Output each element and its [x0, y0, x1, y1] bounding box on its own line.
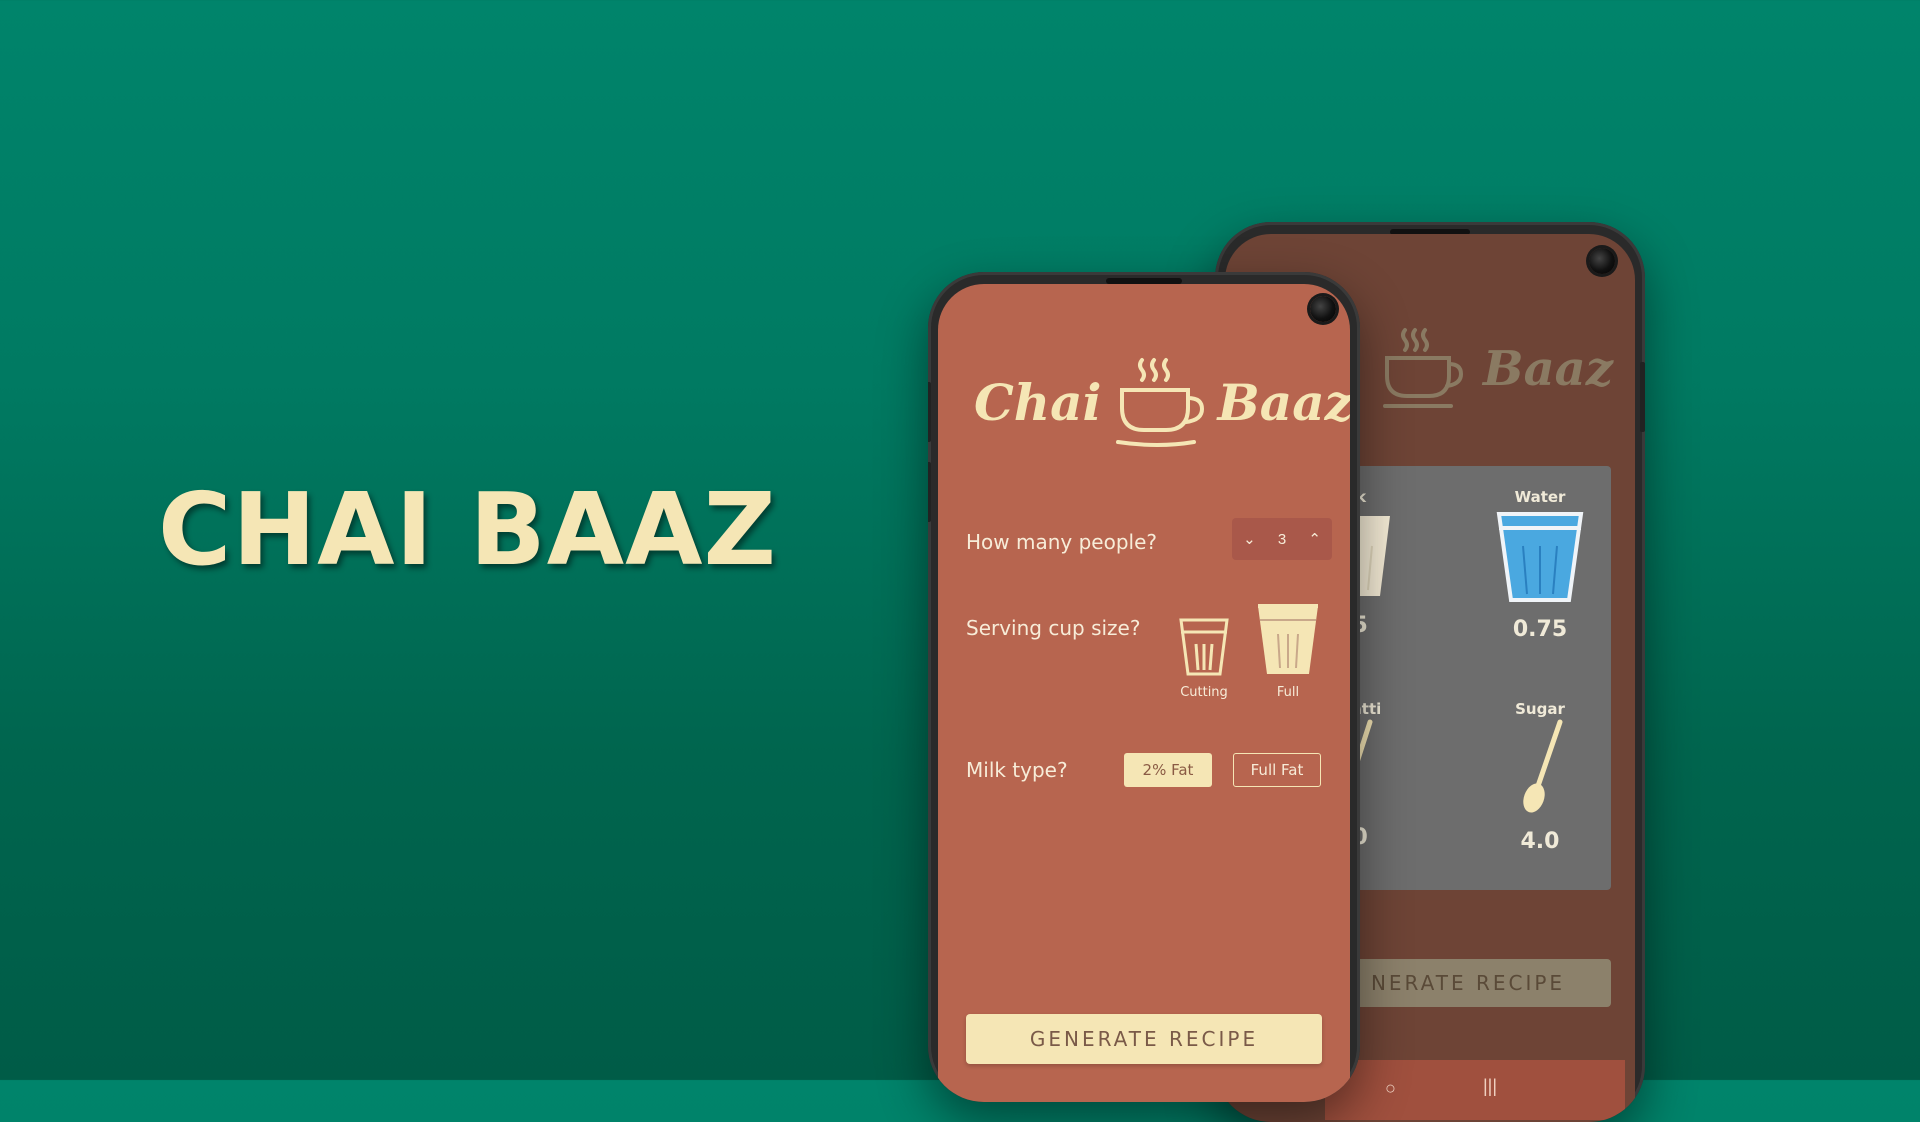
milk-option-full-fat[interactable]: Full Fat [1233, 753, 1321, 787]
cup-option-cutting[interactable]: Cutting [1172, 616, 1236, 700]
power-button [1640, 362, 1645, 432]
volume-up-button [928, 382, 931, 442]
back-app-logo: Baaz [1375, 324, 1613, 414]
cup-option-full[interactable]: Full [1252, 600, 1324, 700]
logo-baaz: Baaz [1217, 373, 1350, 432]
logo-chai: Chai [974, 373, 1102, 432]
volume-down-button [928, 462, 931, 522]
ingredient-label: Water [1514, 488, 1566, 506]
ingredient-value: 4.0 [1520, 829, 1560, 854]
recipe-panel: ilk .5 Water 0.75 i Patti [1322, 466, 1611, 890]
cup-size-label: Serving cup size? [966, 616, 1141, 640]
full-glass-icon [1258, 604, 1318, 674]
camera [1310, 296, 1336, 322]
ingredient-sugar: Sugar 4.0 [1495, 700, 1585, 854]
recents-icon[interactable]: ||| [1483, 1076, 1497, 1097]
chevron-down-icon[interactable]: ⌄ [1243, 530, 1256, 548]
back-nav-bar: ○ ||| [1325, 1060, 1625, 1120]
camera [1589, 248, 1615, 274]
generate-recipe-button[interactable]: GENERATE RECIPE [966, 1014, 1322, 1064]
cutting-glass-icon [1179, 618, 1229, 676]
home-icon[interactable]: ○ [1385, 1078, 1396, 1099]
people-label: How many people? [966, 530, 1158, 554]
water-glass-icon [1496, 512, 1584, 602]
people-stepper[interactable]: ⌄ 3 ⌃ [1232, 518, 1332, 560]
back-generate-button[interactable]: NERATE RECIPE [1325, 959, 1611, 1007]
milk-option-2-fat[interactable]: 2% Fat [1124, 753, 1212, 787]
front-phone: Chai Baaz How many people? ⌄ 3 ⌃ Serving… [928, 272, 1360, 1102]
back-logo-baaz: Baaz [1483, 341, 1614, 397]
spoon-icon [1523, 719, 1563, 813]
milk-type-label: Milk type? [966, 758, 1068, 782]
tea-cup-icon [1383, 328, 1464, 408]
hero-title: CHAI BAAZ [158, 471, 778, 588]
ingredient-label: Sugar [1515, 700, 1565, 718]
people-count: 3 [1277, 530, 1287, 548]
cup-option-label: Cutting [1180, 685, 1228, 700]
ingredient-water: Water 0.75 [1495, 488, 1585, 642]
cup-option-label: Full [1276, 685, 1300, 700]
ingredient-value: 0.75 [1512, 617, 1568, 642]
tea-cup-icon [1115, 358, 1204, 447]
chevron-up-icon[interactable]: ⌃ [1308, 530, 1321, 548]
app-logo: Chai Baaz [974, 356, 1350, 450]
front-phone-screen: Chai Baaz How many people? ⌄ 3 ⌃ Serving… [938, 284, 1350, 1102]
